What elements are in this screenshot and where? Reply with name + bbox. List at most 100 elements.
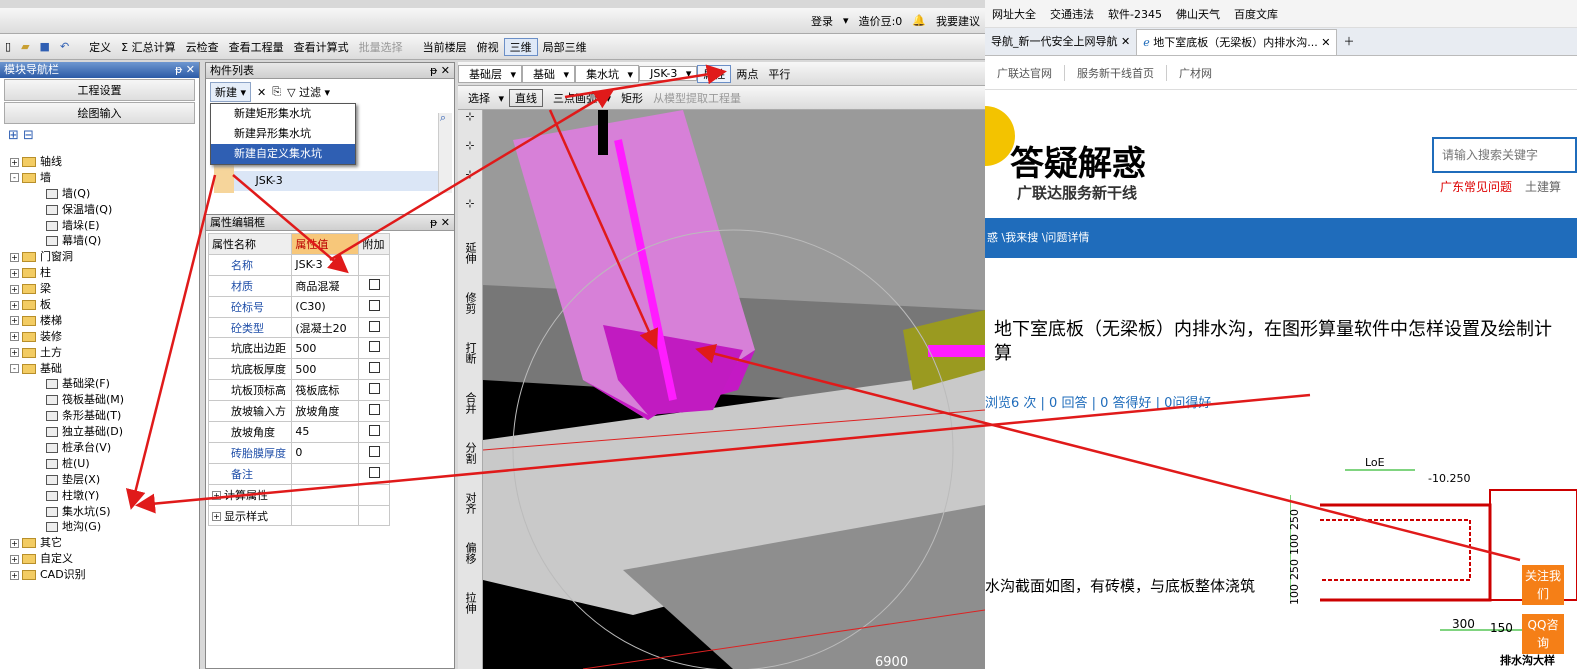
property-value[interactable]: (混凝土20 [291, 316, 360, 339]
component-row-jsk3[interactable]: JSK-3 [256, 174, 283, 187]
hot-link-guangdong[interactable]: 广东常见问题 [1440, 178, 1512, 195]
extra-checkbox[interactable] [368, 445, 380, 457]
expand-toggle-icon[interactable]: + [10, 348, 19, 358]
tree-item[interactable]: 桩(U) [10, 456, 195, 472]
menu-new-custom-pit[interactable]: 新建自定义集水坑 [211, 144, 355, 164]
view-quantity-button[interactable]: 查看工程量 [224, 39, 289, 55]
project-settings-button[interactable]: 工程设置 [4, 79, 195, 101]
tree-item[interactable]: -墙 [10, 170, 195, 186]
parallel-button[interactable]: 平行 [763, 66, 795, 82]
rect-button[interactable]: 矩形 [616, 90, 648, 106]
link-service[interactable]: 服务新干线首页 [1065, 64, 1167, 81]
bookmark-item[interactable]: 交通违法 [1050, 6, 1094, 22]
expand-toggle-icon[interactable]: + [10, 300, 19, 310]
menu-new-irregular-pit[interactable]: 新建异形集水坑 [211, 124, 355, 144]
extra-checkbox[interactable] [368, 320, 380, 332]
hot-link-tujian[interactable]: 土建算 [1525, 178, 1561, 195]
property-value[interactable]: 0 [291, 441, 360, 464]
bookmark-item[interactable]: 百度文库 [1234, 6, 1278, 22]
line-button[interactable]: 直线 [509, 88, 544, 107]
property-row[interactable]: + 显示样式 [207, 504, 390, 527]
expand-toggle-icon[interactable]: + [10, 538, 19, 548]
category-select[interactable]: 基础 ▾ [522, 64, 576, 83]
tree-item[interactable]: 独立基础(D) [10, 424, 195, 440]
expand-toggle-icon[interactable]: + [212, 512, 221, 522]
tree-item[interactable]: + CAD识别 [10, 567, 195, 583]
tree-item[interactable]: 柱墩(Y) [10, 488, 195, 504]
extra-checkbox[interactable] [368, 278, 380, 290]
tree-item[interactable]: 墙(Q) [10, 186, 195, 202]
vtool-button[interactable]: 偏移 [463, 530, 477, 576]
extra-checkbox[interactable] [368, 362, 380, 374]
vtool-button[interactable]: 延伸 [463, 230, 477, 276]
delete-icon[interactable]: ✕ [257, 86, 266, 99]
property-value[interactable]: 筏板底标 [291, 379, 360, 402]
tree-item[interactable]: 条形基础(T) [10, 408, 195, 424]
tree-item[interactable]: + 板 [10, 297, 195, 313]
tree-item[interactable]: 集水坑(S) [10, 504, 195, 520]
expand-toggle-icon[interactable]: - [10, 173, 19, 183]
search-icon[interactable]: ⌕ [440, 111, 446, 125]
tree-item[interactable]: + 门窗洞 [10, 249, 195, 265]
batch-select-button[interactable]: 批量选择 [354, 39, 408, 55]
tree-item[interactable]: 幕墙(Q) [10, 233, 195, 249]
vtool-button[interactable]: 修剪 [463, 280, 477, 326]
extra-checkbox[interactable] [368, 383, 380, 395]
tree-item[interactable]: 墙垛(E) [10, 218, 195, 234]
property-row[interactable]: + 计算属性 [207, 483, 390, 506]
tree-item[interactable]: + 轴线 [10, 154, 195, 170]
property-value[interactable]: JSK-3 [291, 253, 360, 276]
extra-checkbox[interactable] [368, 299, 380, 311]
property-row[interactable]: 坑底出边距 500 [207, 337, 390, 360]
vtool-button[interactable]: 合并 [463, 380, 477, 426]
bell-icon[interactable]: 🔔 [907, 14, 931, 27]
property-row[interactable]: 名称 JSK-3 [207, 253, 390, 276]
property-value[interactable] [291, 504, 360, 527]
vtool-button[interactable]: 打断 [463, 330, 477, 376]
copy-icon[interactable]: ⎘ [272, 85, 281, 99]
breadcrumb[interactable]: 惑 \我来搜 \问题详情 [985, 218, 1577, 258]
filter-button[interactable]: ▽ 过滤 ▾ [287, 84, 330, 100]
summary-button[interactable]: Σ 汇总计算 [116, 39, 180, 55]
property-value[interactable]: (C30) [291, 295, 360, 318]
tree-item[interactable]: + 其它 [10, 535, 195, 551]
link-glodon[interactable]: 广联达官网 [985, 64, 1065, 81]
extract-button[interactable]: 从模型提取工程量 [648, 90, 746, 106]
top-view-button[interactable]: 俯视 [472, 39, 504, 55]
view-formula-button[interactable]: 查看计算式 [289, 39, 354, 55]
undo-icon[interactable]: ↶ [55, 40, 74, 53]
login-link[interactable]: 登录 [806, 13, 838, 29]
tree-item[interactable]: 筏板基础(M) [10, 392, 195, 408]
cloud-check-button[interactable]: 云检查 [181, 39, 224, 55]
property-row[interactable]: 放坡角度 45 [207, 421, 390, 443]
link-material[interactable]: 广材网 [1167, 65, 1224, 81]
tab-navigation[interactable]: 导航_新一代安全上网导航 ✕ [985, 29, 1136, 55]
tool-icon[interactable]: ⊹ [458, 110, 482, 139]
bookmark-item[interactable]: 佛山天气 [1176, 6, 1220, 22]
property-value[interactable] [291, 462, 360, 485]
property-value[interactable] [291, 483, 360, 506]
property-row[interactable]: 放坡输入方 放坡角度 [207, 400, 390, 423]
property-row[interactable]: 坑板顶标高 筏板底标 [207, 379, 390, 402]
type-select[interactable]: 集水坑 ▾ [575, 64, 640, 83]
tree-item[interactable]: + 自定义 [10, 551, 195, 567]
current-floor-button[interactable]: 当前楼层 [418, 39, 472, 55]
property-value[interactable]: 500 [291, 358, 360, 381]
vtool-button[interactable]: 分割 [463, 430, 477, 476]
property-value[interactable]: 商品混凝 [291, 274, 360, 297]
local-3d-button[interactable]: 局部三维 [538, 39, 592, 55]
save-icon[interactable]: ■ [35, 40, 55, 53]
bookmark-item[interactable]: 软件-2345 [1108, 6, 1162, 22]
vtool-button[interactable]: 拉伸 [463, 580, 477, 626]
property-row[interactable]: 砼类型 (混凝土20 [207, 316, 390, 339]
layer-select[interactable]: 基础层 ▾ [458, 64, 523, 83]
expand-toggle-icon[interactable]: - [10, 364, 19, 374]
tree-item[interactable]: 桩承台(V) [10, 440, 195, 456]
property-row[interactable]: 坑底板厚度 500 [207, 358, 390, 381]
tree-item[interactable]: + 梁 [10, 281, 195, 297]
follow-us-button[interactable]: 关注我们 [1522, 565, 1564, 605]
select-button[interactable]: 选择 ▾ [458, 90, 509, 106]
tree-item[interactable]: 基础梁(F) [10, 376, 195, 392]
expand-toggle-icon[interactable]: + [10, 157, 19, 167]
expand-toggle-icon[interactable]: + [10, 268, 19, 278]
